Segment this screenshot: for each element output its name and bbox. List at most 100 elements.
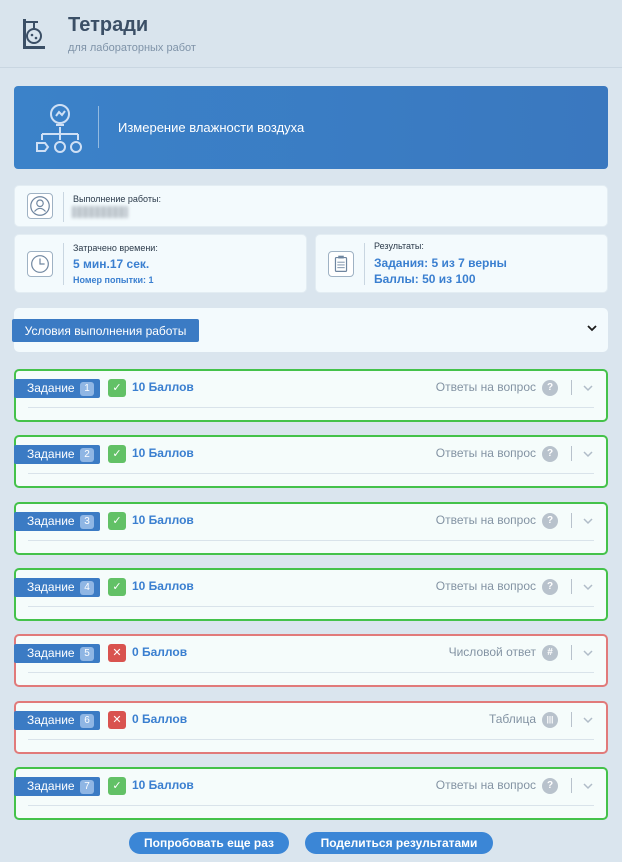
lightbulb-workflow-icon xyxy=(36,104,82,153)
card-separator xyxy=(364,243,365,285)
status-badge: ✓ xyxy=(108,445,126,463)
question-type: Ответы на вопрос xyxy=(435,778,536,792)
app-title: Тетради xyxy=(68,14,149,36)
task-item[interactable]: Задание 5 ✕ 0 Баллов Числовой ответ # xyxy=(14,634,608,687)
question-type-icon: ||| xyxy=(542,712,558,728)
divider xyxy=(571,380,572,395)
task-item[interactable]: Задание 4 ✓ 10 Баллов Ответы на вопрос ? xyxy=(14,568,608,621)
task-number: 5 xyxy=(80,647,94,661)
task-number: 3 xyxy=(80,515,94,529)
time-value: 5 мин.17 сек. xyxy=(73,257,150,271)
chevron-down-icon[interactable] xyxy=(586,322,598,334)
task-separator xyxy=(28,805,594,806)
question-type: Таблица xyxy=(488,712,536,726)
task-label: Задание xyxy=(27,447,75,461)
task-item[interactable]: Задание 7 ✓ 10 Баллов Ответы на вопрос ? xyxy=(14,767,608,820)
task-label: Задание xyxy=(27,713,75,727)
task-number: 6 xyxy=(80,714,94,728)
task-label: Задание xyxy=(27,381,75,395)
task-item[interactable]: Задание 6 ✕ 0 Баллов Таблица ||| xyxy=(14,701,608,754)
time-label: Затрачено времени: xyxy=(73,243,158,253)
task-separator xyxy=(28,407,594,408)
chevron-down-icon[interactable] xyxy=(582,449,594,459)
divider xyxy=(571,712,572,727)
divider xyxy=(571,778,572,793)
task-button[interactable]: Задание 4 xyxy=(14,578,100,597)
results-card: Результаты: Задания: 5 из 7 верны Баллы:… xyxy=(315,234,608,293)
task-button[interactable]: Задание 5 xyxy=(14,644,100,663)
question-type-icon: ? xyxy=(542,513,558,529)
task-item[interactable]: Задание 1 ✓ 10 Баллов Ответы на вопрос ? xyxy=(14,369,608,422)
task-label: Задание xyxy=(27,580,75,594)
task-points: 0 Баллов xyxy=(132,712,188,726)
execution-label: Выполнение работы: xyxy=(73,194,161,204)
question-type-icon: ? xyxy=(542,446,558,462)
student-name-blurred xyxy=(72,206,128,218)
conditions-panel[interactable]: Условия выполнения работы xyxy=(12,308,608,352)
task-button[interactable]: Задание 7 xyxy=(14,777,100,796)
divider xyxy=(571,645,572,660)
task-button[interactable]: Задание 1 xyxy=(14,379,100,398)
task-label: Задание xyxy=(27,514,75,528)
status-badge: ✓ xyxy=(108,379,126,397)
time-card: Затрачено времени: 5 мин.17 сек. Номер п… xyxy=(14,234,307,293)
lab-banner: Измерение влажности воздуха xyxy=(14,86,608,169)
status-badge: ✓ xyxy=(108,512,126,530)
task-number: 4 xyxy=(80,581,94,595)
lab-title: Измерение влажности воздуха xyxy=(118,120,305,135)
question-type: Числовой ответ xyxy=(448,645,536,659)
task-separator xyxy=(28,672,594,673)
results-tasks: Задания: 5 из 7 верны xyxy=(374,256,507,270)
task-button[interactable]: Задание 2 xyxy=(14,445,100,464)
task-label: Задание xyxy=(27,646,75,660)
chevron-down-icon[interactable] xyxy=(582,781,594,791)
clock-icon xyxy=(27,251,53,277)
chevron-down-icon[interactable] xyxy=(582,715,594,725)
status-badge: ✕ xyxy=(108,711,126,729)
chevron-down-icon[interactable] xyxy=(582,383,594,393)
task-number: 2 xyxy=(80,448,94,462)
conditions-button[interactable]: Условия выполнения работы xyxy=(12,319,199,342)
share-button[interactable]: Поделиться результатами xyxy=(305,832,493,854)
task-label: Задание xyxy=(27,779,75,793)
task-points: 10 Баллов xyxy=(132,778,194,792)
banner-separator xyxy=(98,106,99,148)
results-points: Баллы: 50 из 100 xyxy=(374,272,476,286)
chevron-down-icon[interactable] xyxy=(582,582,594,592)
task-button[interactable]: Задание 3 xyxy=(14,512,100,531)
chevron-down-icon[interactable] xyxy=(582,516,594,526)
retry-button[interactable]: Попробовать еще раз xyxy=(129,832,289,854)
status-badge: ✓ xyxy=(108,777,126,795)
task-separator xyxy=(28,606,594,607)
results-label: Результаты: xyxy=(374,241,424,251)
task-separator xyxy=(28,739,594,740)
divider xyxy=(571,446,572,461)
task-points: 10 Баллов xyxy=(132,513,194,527)
question-type: Ответы на вопрос xyxy=(435,579,536,593)
question-type: Ответы на вопрос xyxy=(435,446,536,460)
task-separator xyxy=(28,473,594,474)
header: Тетради для лабораторных работ xyxy=(0,0,622,68)
question-type: Ответы на вопрос xyxy=(435,513,536,527)
task-points: 10 Баллов xyxy=(132,380,194,394)
user-icon xyxy=(27,193,53,219)
task-separator xyxy=(28,540,594,541)
divider xyxy=(571,513,572,528)
chevron-down-icon[interactable] xyxy=(582,648,594,658)
status-badge: ✕ xyxy=(108,644,126,662)
task-points: 10 Баллов xyxy=(132,446,194,460)
clipboard-icon xyxy=(328,251,354,277)
task-item[interactable]: Задание 3 ✓ 10 Баллов Ответы на вопрос ? xyxy=(14,502,608,555)
task-points: 0 Баллов xyxy=(132,645,188,659)
question-type-icon: ? xyxy=(542,380,558,396)
task-item[interactable]: Задание 2 ✓ 10 Баллов Ответы на вопрос ? xyxy=(14,435,608,488)
attempt-number: Номер попытки: 1 xyxy=(73,275,154,285)
card-separator xyxy=(63,192,64,222)
question-type-icon: ? xyxy=(542,579,558,595)
task-button[interactable]: Задание 6 xyxy=(14,711,100,730)
question-type: Ответы на вопрос xyxy=(435,380,536,394)
question-type-icon: ? xyxy=(542,778,558,794)
task-number: 1 xyxy=(80,382,94,396)
task-number: 7 xyxy=(80,780,94,794)
app-subtitle: для лабораторных работ xyxy=(68,42,196,54)
